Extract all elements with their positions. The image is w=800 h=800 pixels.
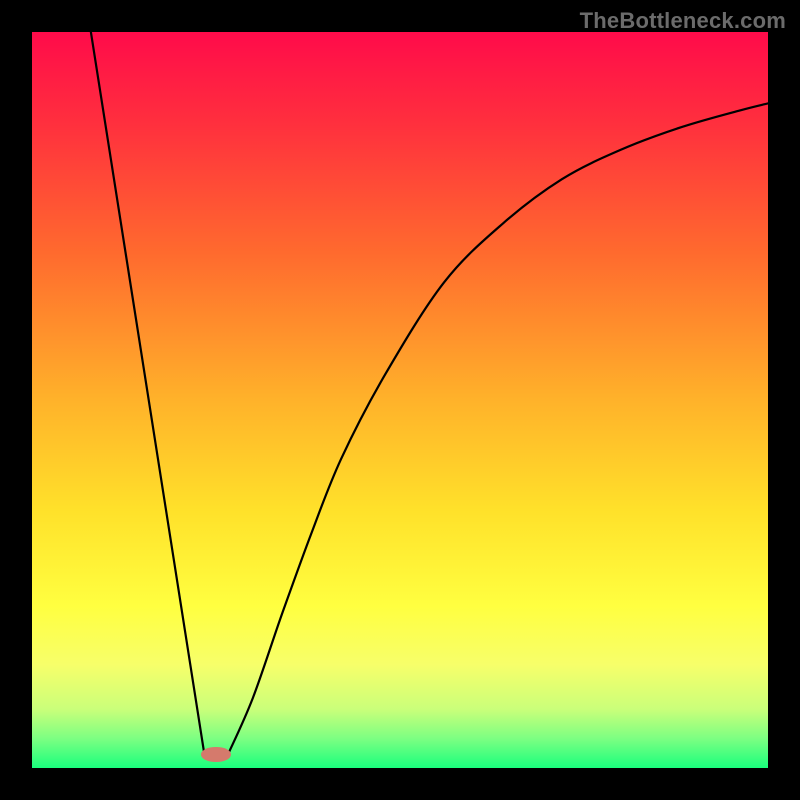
- optimal-marker: [201, 747, 230, 762]
- watermark-text: TheBottleneck.com: [580, 8, 786, 34]
- chart-canvas: [32, 32, 768, 768]
- gradient-background: [32, 32, 768, 768]
- plot-area: [32, 32, 768, 768]
- outer-frame: TheBottleneck.com: [0, 0, 800, 800]
